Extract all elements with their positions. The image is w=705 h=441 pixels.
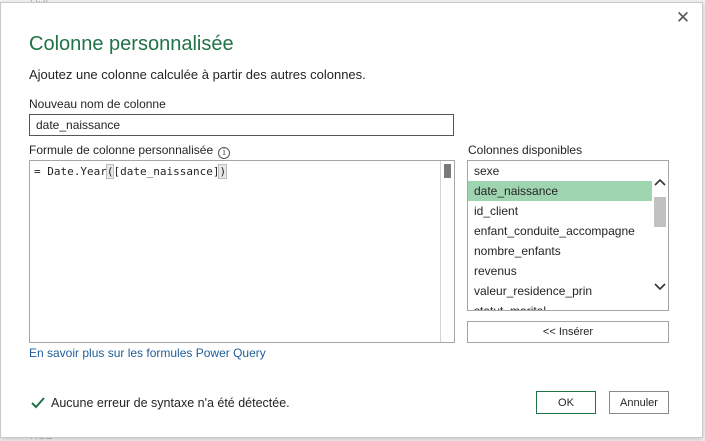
- column-item-statut-marital[interactable]: statut_marital: [468, 301, 652, 310]
- chevron-down-icon[interactable]: [652, 280, 668, 296]
- column-item-revenus[interactable]: revenus: [468, 261, 652, 281]
- formula-label: Formule de colonne personnalisée i: [29, 143, 231, 159]
- dialog-subtitle: Ajoutez une colonne calculée à partir de…: [29, 67, 366, 82]
- column-item-date-naissance[interactable]: date_naissance: [468, 181, 652, 201]
- ok-button[interactable]: OK: [536, 391, 596, 414]
- column-item-sexe[interactable]: sexe: [468, 161, 652, 181]
- available-columns-list[interactable]: sexe date_naissance id_client enfant_con…: [467, 160, 669, 311]
- available-columns-label: Colonnes disponibles: [468, 143, 583, 157]
- dialog-title: Colonne personnalisée: [29, 33, 234, 55]
- formula-bracket-close: ): [218, 164, 228, 179]
- formula-scrollbar[interactable]: [440, 161, 454, 342]
- column-name-label: Nouveau nom de colonne: [29, 97, 166, 111]
- custom-column-dialog: ✕ Colonne personnalisée Ajoutez une colo…: [0, 2, 703, 438]
- close-icon[interactable]: ✕: [673, 8, 693, 28]
- formula-text[interactable]: = Date.Year([date_naissance]): [34, 164, 228, 179]
- column-item-nombre-enfants[interactable]: nombre_enfants: [468, 241, 652, 261]
- cancel-button[interactable]: Annuler: [609, 391, 669, 414]
- chevron-up-icon[interactable]: [652, 175, 668, 191]
- formula-argument: [date_naissance]: [113, 165, 220, 178]
- formula-editor[interactable]: = Date.Year([date_naissance]): [29, 160, 455, 343]
- formula-scroll-thumb[interactable]: [444, 164, 451, 178]
- syntax-status: Aucune erreur de syntaxe n'a été détecté…: [31, 396, 290, 414]
- info-icon[interactable]: i: [218, 147, 231, 159]
- checkmark-icon: [31, 396, 45, 414]
- column-item-valeur-residence-prin[interactable]: valeur_residence_prin: [468, 281, 652, 301]
- column-item-id-client[interactable]: id_client: [468, 201, 652, 221]
- columns-scroll-thumb[interactable]: [654, 197, 666, 227]
- column-name-input[interactable]: [29, 114, 454, 136]
- column-item-enfant-conduite-accompagne[interactable]: enfant_conduite_accompagne: [468, 221, 652, 241]
- learn-more-link[interactable]: En savoir plus sur les formules Power Qu…: [29, 346, 266, 360]
- formula-label-text: Formule de colonne personnalisée: [29, 143, 214, 157]
- formula-prefix: = Date.Year: [34, 165, 107, 178]
- columns-scrollbar[interactable]: [652, 161, 668, 310]
- insert-button[interactable]: << Insérer: [467, 321, 669, 343]
- syntax-status-text: Aucune erreur de syntaxe n'a été détecté…: [51, 396, 290, 410]
